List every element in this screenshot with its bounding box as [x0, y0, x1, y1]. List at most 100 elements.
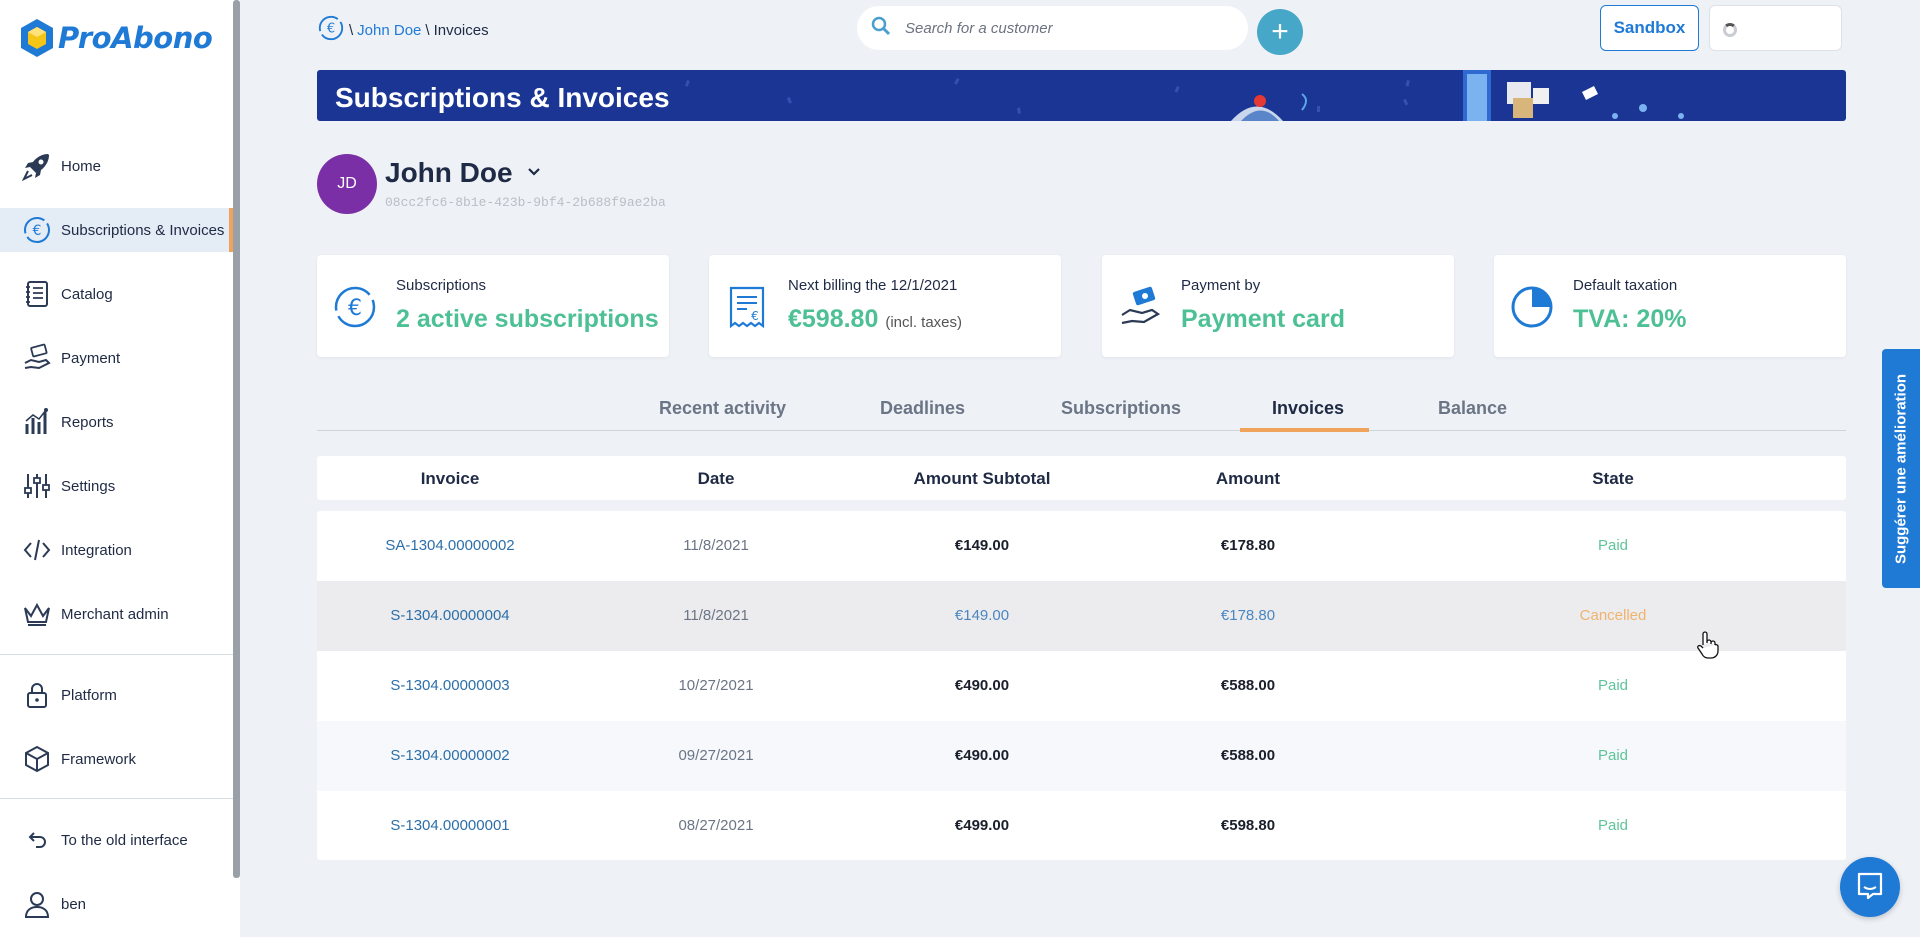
sidebar-item-merchant-admin[interactable]: Merchant admin — [0, 592, 233, 636]
breadcrumb-separator: \ — [349, 21, 354, 39]
invoice-link[interactable]: S-1304.00000003 — [390, 677, 509, 694]
stat-card-value-text: 2 active subscriptions — [396, 305, 659, 333]
invoice-date: 11/8/2021 — [683, 537, 749, 554]
account-menu[interactable] — [1709, 5, 1842, 51]
tab-deadlines[interactable]: Deadlines — [880, 398, 965, 430]
invoice-state: Paid — [1597, 747, 1629, 764]
table-row[interactable]: S-1304.00000003 10/27/2021 €490.00 €588.… — [317, 651, 1846, 721]
search-input[interactable] — [905, 19, 1225, 37]
chat-icon — [1855, 870, 1885, 905]
page-title: Subscriptions & Invoices — [335, 82, 670, 113]
sidebar-item-label: Platform — [61, 686, 117, 704]
stat-card-label: Next billing the 12/1/2021 — [788, 277, 958, 294]
stat-card-label: Default taxation — [1573, 277, 1678, 294]
hand-money-icon — [21, 342, 53, 374]
tab-recent-activity[interactable]: Recent activity — [659, 398, 786, 430]
stat-card-value-text: Payment card — [1181, 305, 1345, 333]
sidebar-item-subscriptions-invoices[interactable]: € Subscriptions & Invoices — [0, 208, 233, 252]
stat-card-value-text: TVA: 20% — [1573, 305, 1687, 333]
column-header-date[interactable]: Date — [698, 469, 735, 489]
invoice-subtotal: €490.00 — [954, 747, 1010, 764]
cube-icon — [21, 743, 53, 775]
tabs-divider — [317, 430, 1846, 431]
sidebar-item-label: Reports — [61, 413, 114, 431]
column-header-invoice[interactable]: Invoice — [421, 469, 480, 489]
column-header-state[interactable]: State — [1592, 469, 1634, 489]
table-row[interactable]: S-1304.00000004 11/8/2021 €149.00 €178.8… — [317, 581, 1846, 651]
stat-card-value: 2 active subscriptions — [396, 305, 659, 334]
rocket-icon — [21, 150, 53, 182]
sidebar-item-integration[interactable]: Integration — [0, 528, 233, 572]
invoice-amount: €178.80 — [1220, 537, 1276, 554]
invoice-link[interactable]: SA-1304.00000002 — [385, 537, 514, 554]
stat-card-subscriptions[interactable]: € Subscriptions 2 active subscriptions — [317, 255, 669, 357]
column-header-amount[interactable]: Amount — [1216, 469, 1280, 489]
tab-subscriptions[interactable]: Subscriptions — [1061, 398, 1181, 430]
sidebar-item-reports[interactable]: Reports — [0, 400, 233, 444]
sidebar-item-label: To the old interface — [61, 831, 188, 849]
logo[interactable]: ProAbono — [19, 18, 213, 58]
invoice-link[interactable]: S-1304.00000002 — [390, 747, 509, 764]
sidebar-item-platform[interactable]: Platform — [0, 673, 233, 717]
add-button[interactable]: + — [1257, 9, 1303, 55]
sandbox-button[interactable]: Sandbox — [1600, 5, 1699, 51]
svg-text:€: € — [348, 296, 362, 321]
table-row[interactable]: SA-1304.00000002 11/8/2021 €149.00 €178.… — [317, 511, 1846, 581]
code-icon — [21, 534, 53, 566]
invoice-state: Paid — [1597, 537, 1629, 554]
invoice-date: 10/27/2021 — [678, 677, 754, 694]
stat-card-value: TVA: 20% — [1573, 305, 1686, 334]
tab-balance[interactable]: Balance — [1438, 398, 1507, 430]
table-header: Invoice Date Amount Subtotal Amount Stat… — [317, 456, 1846, 500]
avatar: JD — [317, 154, 377, 214]
customer-name[interactable]: John Doe — [385, 157, 541, 189]
stat-card-value: €598.80 (incl. taxes) — [788, 305, 962, 334]
breadcrumb-customer-link[interactable]: John Doe — [357, 22, 421, 39]
column-header-subtotal[interactable]: Amount Subtotal — [914, 469, 1051, 489]
tab-invoices[interactable]: Invoices — [1272, 398, 1344, 430]
chevron-down-icon[interactable] — [527, 164, 541, 182]
page-banner: Subscriptions & Invoices — [317, 70, 1846, 121]
invoice-amount: €598.80 — [1220, 817, 1276, 834]
invoice-amount: €178.80 — [1220, 607, 1276, 624]
crown-icon — [21, 598, 53, 630]
sidebar-item-label: Home — [61, 157, 102, 175]
feedback-label: Suggérer une amélioration — [1892, 373, 1910, 564]
invoice-link[interactable]: S-1304.00000001 — [390, 817, 509, 834]
svg-text:€: € — [751, 309, 759, 323]
search-icon — [871, 16, 891, 41]
sidebar-item-catalog[interactable]: Catalog — [0, 272, 233, 316]
invoice-link[interactable]: S-1304.00000004 — [390, 607, 509, 624]
proabono-logo-icon — [21, 19, 53, 57]
stat-card-suffix: (incl. taxes) — [885, 314, 963, 331]
stat-card-taxation[interactable]: Default taxation TVA: 20% — [1494, 255, 1846, 357]
hand-card-icon — [1118, 285, 1162, 329]
euro-cycle-icon[interactable]: € — [317, 14, 345, 46]
receipt-icon: € — [725, 285, 769, 329]
sidebar-item-user[interactable]: ben — [0, 882, 233, 926]
sidebar-item-label: Subscriptions & Invoices — [61, 221, 225, 239]
invoice-state: Paid — [1597, 817, 1629, 834]
sidebar-item-payment[interactable]: Payment — [0, 336, 233, 380]
sidebar-item-settings[interactable]: Settings — [0, 464, 233, 508]
table-row[interactable]: S-1304.00000001 08/27/2021 €499.00 €598.… — [317, 791, 1846, 860]
chat-launcher[interactable] — [1840, 857, 1900, 917]
breadcrumb: € \ John Doe \ Invoices — [317, 14, 489, 46]
sidebar-item-framework[interactable]: Framework — [0, 737, 233, 781]
stat-card-value-text: €598.80 — [788, 305, 879, 333]
stat-card-value: Payment card — [1181, 305, 1345, 334]
invoice-state: Cancelled — [1579, 607, 1647, 624]
breadcrumb-current: Invoices — [433, 21, 489, 39]
sidebar-scrollbar[interactable] — [233, 0, 240, 878]
invoice-subtotal: €149.00 — [954, 537, 1010, 554]
feedback-tab[interactable]: Suggérer une amélioration — [1882, 349, 1920, 588]
sidebar: ProAbono Home € Subscriptions & Invoices… — [0, 0, 240, 937]
sidebar-divider — [0, 798, 233, 799]
table-row[interactable]: S-1304.00000002 09/27/2021 €490.00 €588.… — [317, 721, 1846, 791]
sidebar-item-home[interactable]: Home — [0, 144, 233, 188]
sidebar-item-old-interface[interactable]: To the old interface — [0, 818, 233, 862]
stat-card-next-billing[interactable]: € Next billing the 12/1/2021 €598.80 (in… — [709, 255, 1061, 357]
stat-card-payment[interactable]: Payment by Payment card — [1102, 255, 1454, 357]
invoice-date: 08/27/2021 — [678, 817, 754, 834]
loading-spinner-icon — [1723, 23, 1737, 37]
